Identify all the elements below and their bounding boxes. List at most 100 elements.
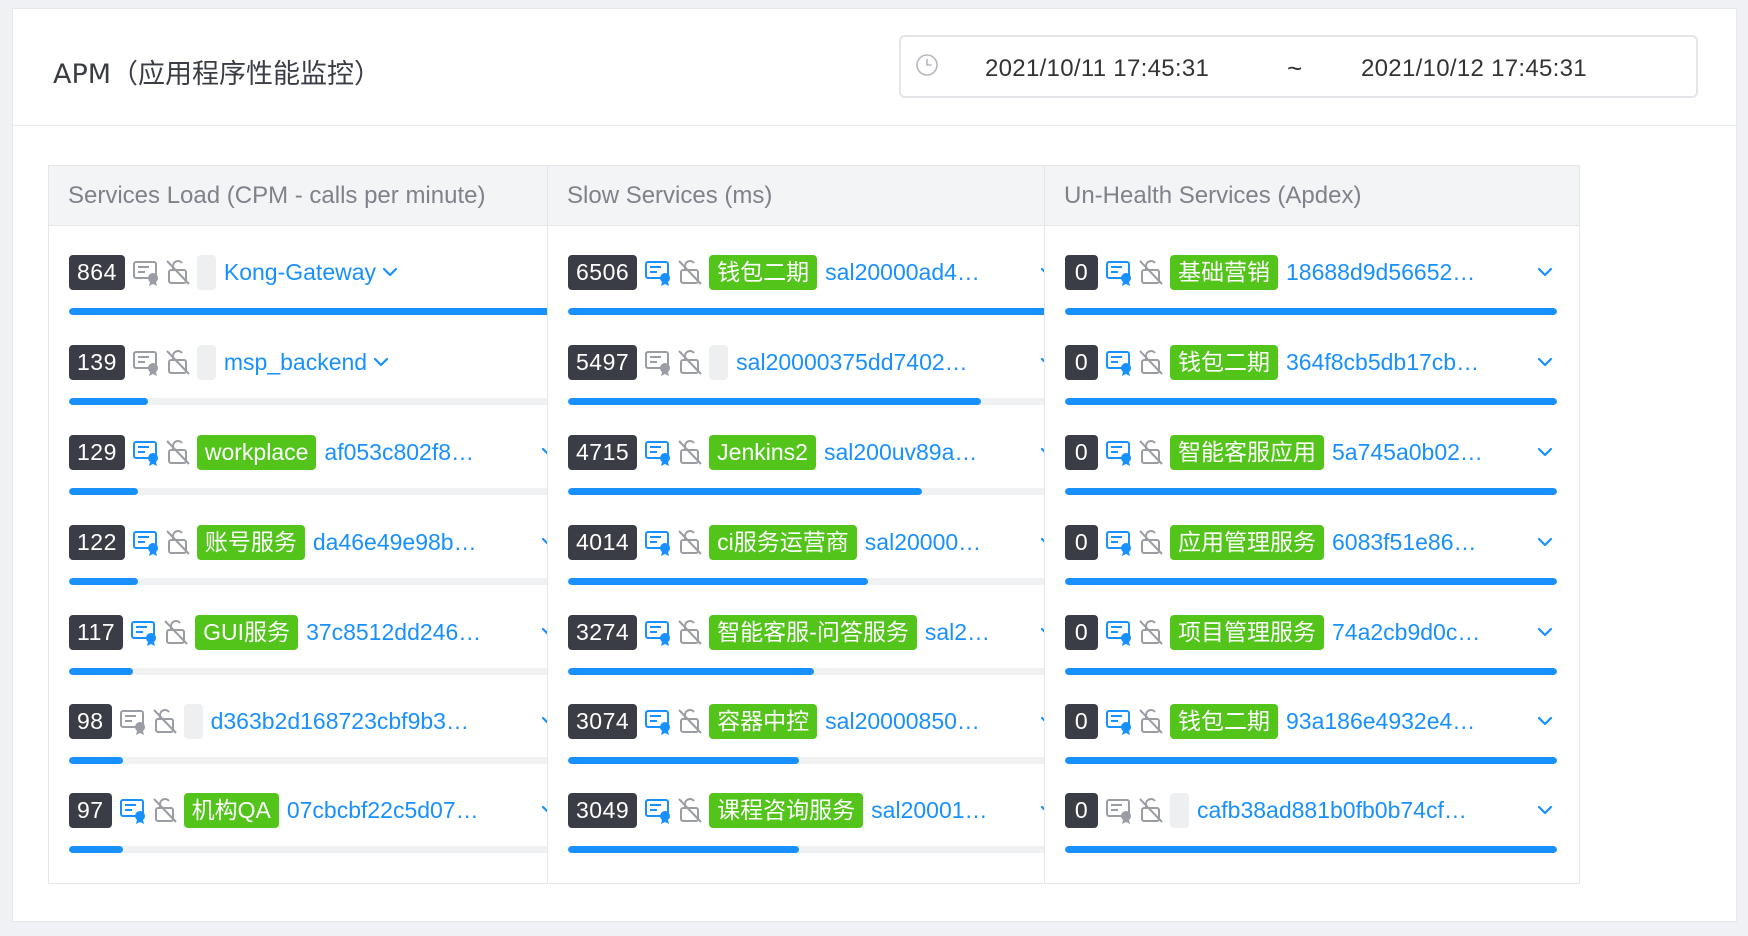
service-row-line: 139 msp_backend [69, 344, 561, 380]
lock-off-icon [1136, 527, 1166, 557]
progress-bar-fill [69, 757, 124, 764]
progress-bar-fill [1065, 398, 1557, 405]
progress-bar [1065, 578, 1557, 585]
service-tag: 应用管理服务 [1170, 524, 1324, 560]
panel-list: 864 Kong-Gateway 139 msp_backend 129 workplac… [49, 227, 583, 883]
range-end-input[interactable]: 2021/10/12 17:45:31 [1361, 55, 1587, 83]
service-link[interactable]: sal20000375dd7402… [736, 349, 1036, 376]
service-link[interactable]: da46e49e98b… [313, 529, 537, 556]
metric-count-badge: 0 [1065, 524, 1098, 560]
service-link[interactable]: sal20000850… [825, 708, 1036, 735]
chevron-down-icon[interactable] [1533, 709, 1557, 733]
service-row-line: 3274 智能客服-问答服务 sal2… [568, 614, 1060, 650]
service-link[interactable]: sal200uv89a… [824, 439, 1036, 466]
service-row: 4014 ci服务运营商 sal20000… [568, 524, 1060, 624]
progress-bar-fill [69, 308, 561, 315]
unhealth-services-panel: Un-Health Services (Apdex) 0 基础营销 18688d9d… [1044, 165, 1580, 884]
service-tag-empty [196, 254, 216, 290]
service-link[interactable]: sal2… [925, 619, 1036, 646]
progress-bar [69, 668, 561, 675]
lock-off-icon [150, 706, 180, 736]
progress-bar [1065, 398, 1557, 405]
range-start-input[interactable]: 2021/10/11 17:45:31 [985, 55, 1209, 83]
service-link[interactable]: Kong-Gateway [224, 259, 376, 286]
service-link[interactable]: 6083f51e86… [1332, 529, 1533, 556]
service-row: 122 账号服务 da46e49e98b… [69, 524, 561, 624]
service-link[interactable]: sal20000… [865, 529, 1036, 556]
chevron-down-icon[interactable] [378, 260, 402, 284]
metric-count-badge: 129 [69, 434, 125, 470]
metric-count-badge: 0 [1065, 614, 1098, 650]
lock-off-icon [163, 437, 193, 467]
service-row: 5497 sal20000375dd7402… [568, 344, 1060, 444]
metric-count-badge: 0 [1065, 703, 1098, 739]
progress-bar [568, 578, 1060, 585]
panel-list: 0 基础营销 18688d9d56652… 0 钱包二期 364f8cb5db17cb… 0… [1045, 227, 1579, 883]
progress-bar [69, 846, 561, 853]
service-link[interactable]: cafb38ad881b0fb0b74cf… [1197, 797, 1533, 824]
service-link[interactable]: 5a745a0b02… [1332, 439, 1533, 466]
lock-off-icon [675, 617, 705, 647]
certificate-icon [643, 706, 673, 736]
certificate-icon [1104, 347, 1134, 377]
service-row-line: 98 d363b2d168723cbf9b3… [69, 703, 561, 739]
service-link[interactable]: 93a186e4932e4… [1286, 708, 1533, 735]
certificate-icon [1104, 437, 1134, 467]
service-link[interactable]: 364f8cb5db17cb… [1286, 349, 1533, 376]
metric-count-badge: 0 [1065, 792, 1098, 828]
certificate-icon [131, 437, 161, 467]
chevron-down-icon[interactable] [1533, 350, 1557, 374]
lock-off-icon [675, 257, 705, 287]
service-link[interactable]: d363b2d168723cbf9b3… [211, 708, 537, 735]
certificate-icon [118, 706, 148, 736]
progress-bar-fill [568, 578, 869, 585]
service-link[interactable]: af053c802f8… [324, 439, 537, 466]
page-header: APM（应用程序性能监控） 2021/10/11 17:45:31 ~ 2021… [13, 9, 1736, 126]
service-link[interactable]: 37c8512dd246… [306, 619, 537, 646]
service-link[interactable]: 18688d9d56652… [1286, 259, 1533, 286]
metric-count-badge: 97 [69, 792, 112, 828]
chevron-down-icon[interactable] [1533, 620, 1557, 644]
panel-title: Services Load (CPM - calls per minute) [49, 166, 583, 226]
lock-off-icon [1136, 257, 1166, 287]
service-row-line: 0 钱包二期 364f8cb5db17cb… [1065, 344, 1557, 380]
progress-bar [1065, 668, 1557, 675]
service-tag: 账号服务 [196, 524, 305, 560]
progress-bar-fill [69, 398, 148, 405]
chevron-down-icon[interactable] [1533, 798, 1557, 822]
service-link[interactable]: sal20001… [871, 797, 1036, 824]
chevron-down-icon[interactable] [1533, 440, 1557, 464]
service-link[interactable]: msp_backend [224, 349, 367, 376]
metric-count-badge: 0 [1065, 254, 1098, 290]
progress-bar [69, 757, 561, 764]
date-range-picker[interactable]: 2021/10/11 17:45:31 ~ 2021/10/12 17:45:3… [899, 35, 1698, 98]
service-row-line: 117 GUI服务 37c8512dd246… [69, 614, 561, 650]
service-tag: 基础营销 [1170, 254, 1278, 290]
progress-bar-fill [69, 578, 138, 585]
chevron-down-icon[interactable] [1533, 530, 1557, 554]
service-tag: 钱包二期 [1170, 344, 1278, 380]
certificate-icon [1104, 706, 1134, 736]
service-row-line: 97 机构QA 07cbcbf22c5d07… [69, 792, 561, 828]
progress-bar [568, 668, 1060, 675]
service-tag: 智能客服应用 [1170, 434, 1324, 470]
metric-count-badge: 3049 [568, 792, 638, 828]
metric-count-badge: 4014 [568, 524, 638, 560]
progress-bar [1065, 846, 1557, 853]
metric-count-badge: 0 [1065, 434, 1098, 470]
service-row: 0 项目管理服务 74a2cb9d0c… [1065, 614, 1557, 714]
range-separator: ~ [1287, 53, 1303, 83]
service-tag: Jenkins2 [709, 434, 816, 470]
service-link[interactable]: 74a2cb9d0c… [1332, 619, 1533, 646]
lock-off-icon [675, 795, 705, 825]
service-tag: 智能客服-问答服务 [709, 614, 917, 650]
chevron-down-icon[interactable] [1533, 260, 1557, 284]
service-row: 3074 容器中控 sal20000850… [568, 703, 1060, 803]
chevron-down-icon[interactable] [369, 350, 393, 374]
lock-off-icon [163, 527, 193, 557]
metric-count-badge: 864 [69, 254, 125, 290]
certificate-icon [1104, 257, 1134, 287]
service-link[interactable]: 07cbcbf22c5d07… [287, 797, 537, 824]
service-link[interactable]: sal20000ad4… [825, 259, 1036, 286]
progress-bar [1065, 488, 1557, 495]
